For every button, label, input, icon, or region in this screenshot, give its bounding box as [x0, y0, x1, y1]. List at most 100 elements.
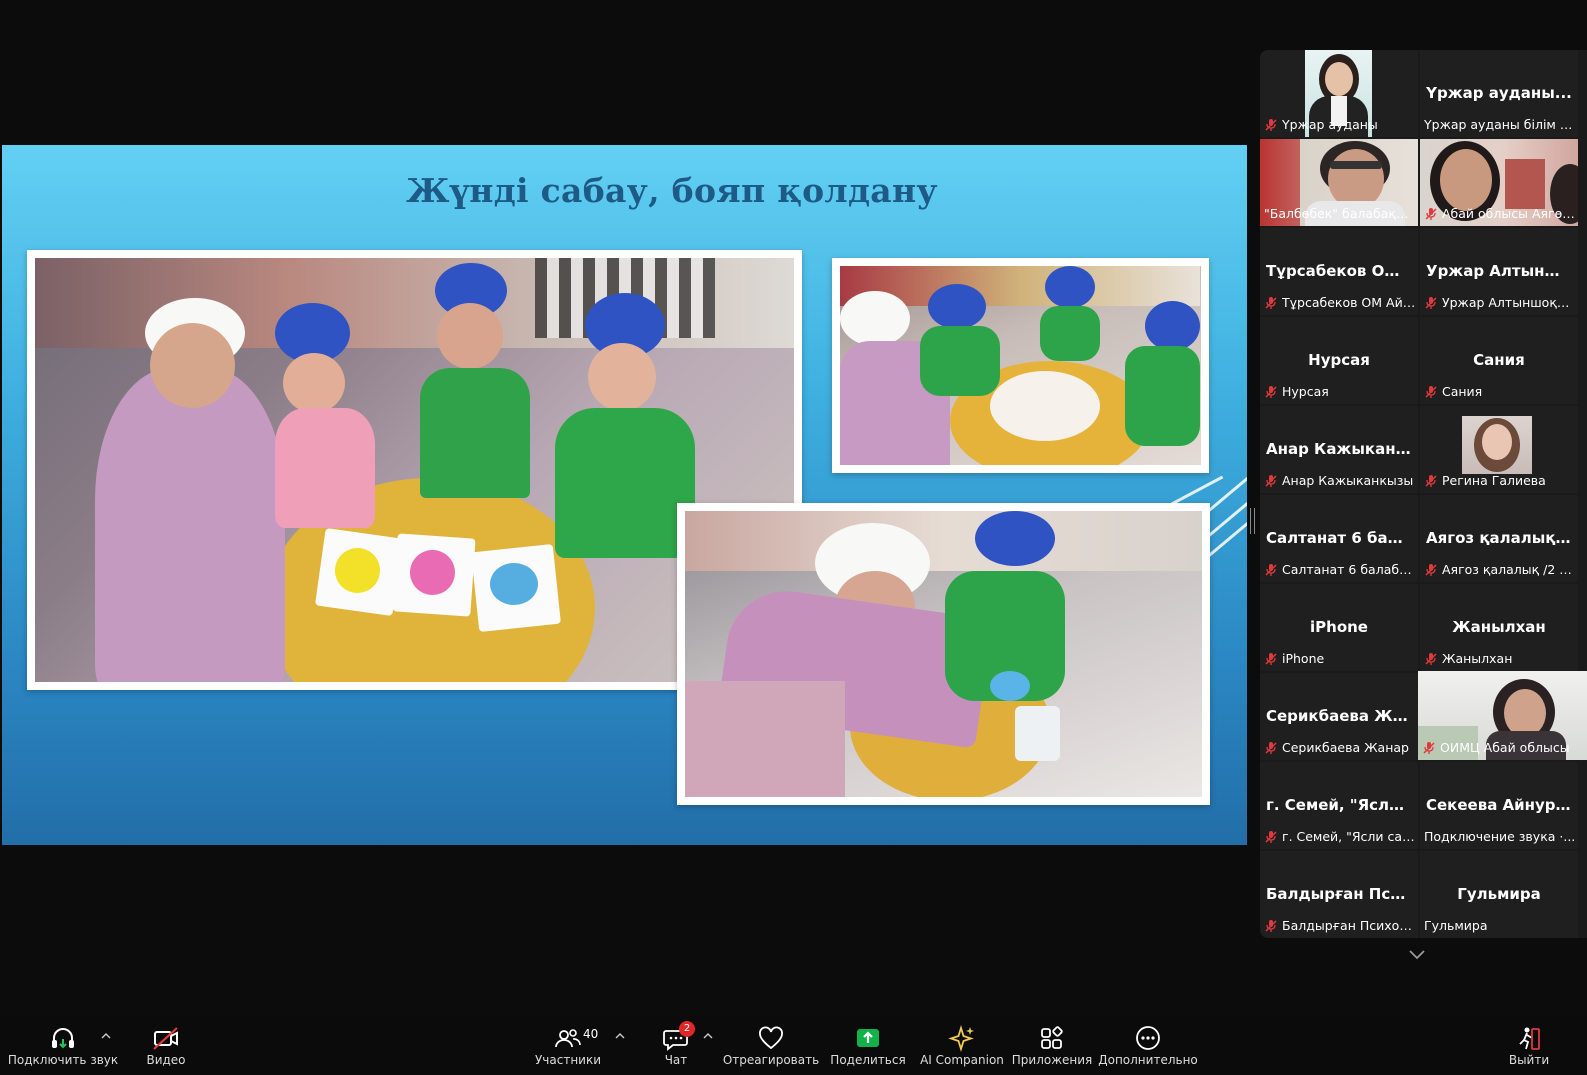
mic-muted-icon: [1265, 830, 1277, 843]
chat-options-caret-icon[interactable]: [702, 1030, 714, 1042]
participant-tile-active-speaker[interactable]: "Балбөбек" балабақша...: [1260, 139, 1418, 226]
join-audio-button[interactable]: Подключить звук: [8, 1016, 118, 1075]
zoom-meeting-window: Жүнді сабау, бояп қолдану Үржар ауданы Ү…: [0, 0, 1587, 1075]
participant-display-name: Үржар ауданы...: [1426, 84, 1572, 102]
mic-muted-icon: [1265, 474, 1277, 487]
mic-muted-icon: [1425, 296, 1437, 309]
participant-display-name: Серикбаева Жа...: [1266, 707, 1412, 725]
leave-icon: [1519, 1027, 1540, 1050]
mic-muted-icon: [1425, 652, 1437, 665]
participant-video: [1462, 416, 1532, 474]
chat-icon-wrapper: 2: [661, 1021, 695, 1052]
sparkle-icon: [948, 1024, 974, 1052]
mic-muted-icon: [1265, 296, 1277, 309]
participant-tile[interactable]: г. Семей, "Ясли... г. Семей, "Ясли сад".…: [1260, 762, 1418, 849]
participant-display-name: Секеева Айнур...: [1426, 796, 1572, 814]
mic-muted-icon: [1425, 207, 1437, 220]
participant-label: "Балбөбек" балабақша...: [1264, 206, 1416, 221]
mic-muted-icon: [1425, 474, 1437, 487]
apps-icon: [1041, 1026, 1063, 1049]
participant-display-name: Салтанат 6 бал...: [1266, 529, 1412, 547]
more-button[interactable]: Дополнительно: [1098, 1016, 1198, 1075]
mic-muted-icon: [1265, 118, 1277, 131]
participant-tile[interactable]: Абай облысы Аягөз ...: [1420, 139, 1578, 226]
participants-button[interactable]: Участники: [535, 1016, 601, 1075]
shared-slide: Жүнді сабау, бояп қолдану: [2, 145, 1247, 845]
participant-label: Регина Галиева: [1424, 472, 1576, 489]
mic-muted-icon: [1265, 385, 1277, 398]
apps-button[interactable]: Приложения: [1012, 1016, 1092, 1075]
mic-muted-icon: [1425, 385, 1437, 398]
participant-label: iPhone: [1264, 650, 1416, 667]
participant-display-name: Уржар Алтынш...: [1426, 262, 1572, 280]
participant-tile[interactable]: Тұрсабеков ОМ... Тұрсабеков ОМ Айт...: [1260, 228, 1418, 315]
participant-label: Сания: [1424, 383, 1576, 400]
headphones-icon: [52, 1028, 74, 1049]
participant-label: Салтанат 6 балабак...: [1264, 561, 1416, 578]
slide-title: Жүнді сабау, бояп қолдану: [406, 171, 938, 210]
participant-tile[interactable]: ОИМЦ Абай облысы: [1418, 671, 1587, 760]
participant-display-name: Балдырған Пси...: [1266, 885, 1412, 903]
more-dots-icon: [1136, 1026, 1160, 1050]
participant-label: Серикбаева Жанар: [1264, 739, 1416, 756]
chat-unread-badge: 2: [679, 1021, 695, 1037]
ai-companion-button[interactable]: AI Companion: [916, 1016, 1008, 1075]
participant-label: Аягоз қалалық /2 ба...: [1424, 561, 1576, 578]
mic-muted-icon: [1265, 563, 1277, 576]
participant-label: г. Семей, "Ясли сад"...: [1264, 828, 1416, 845]
participant-display-name: Гульмира: [1457, 885, 1541, 903]
participant-tile[interactable]: Үржар ауданы: [1260, 50, 1418, 137]
participant-tile[interactable]: iPhone iPhone: [1260, 584, 1418, 671]
meeting-toolbar: Подключить звук Видео Участники 40 2 Чат…: [0, 1016, 1587, 1075]
mic-muted-icon: [1265, 919, 1277, 932]
slide-photo-top-right: [832, 258, 1209, 473]
mic-muted-icon: [1423, 741, 1435, 754]
participant-label: Анар Кажыканкызы: [1264, 472, 1416, 489]
share-screen-icon: [857, 1029, 879, 1047]
participant-label: Подключение звука ·...: [1424, 829, 1576, 844]
participant-label: Абай облысы Аягөз ...: [1424, 205, 1576, 222]
chevron-down-icon[interactable]: [1405, 945, 1429, 965]
participant-display-name: Тұрсабеков ОМ...: [1266, 262, 1412, 280]
participant-tile[interactable]: Салтанат 6 бал... Салтанат 6 балабак...: [1260, 495, 1418, 582]
participant-tile[interactable]: Анар Кажыкан... Анар Кажыканкызы: [1260, 406, 1418, 493]
mic-muted-icon: [1265, 741, 1277, 754]
participant-tile[interactable]: Нурсая Нурсая: [1260, 317, 1418, 404]
participant-display-name: Нурсая: [1308, 351, 1370, 369]
participant-tile[interactable]: Серикбаева Жа... Серикбаева Жанар: [1260, 673, 1418, 760]
panel-resize-handle[interactable]: [1250, 508, 1255, 534]
slide-photo-bottom-right: [677, 503, 1210, 805]
participants-count: 40: [583, 1027, 599, 1041]
start-video-button[interactable]: Видео: [138, 1016, 194, 1075]
heart-icon: [759, 1026, 783, 1050]
audio-options-caret-icon[interactable]: [100, 1030, 112, 1042]
participant-label: Нурсая: [1264, 383, 1416, 400]
participant-label: Гульмира: [1424, 918, 1488, 933]
chat-button[interactable]: 2 Чат: [656, 1016, 696, 1075]
participants-options-caret-icon[interactable]: [614, 1030, 626, 1042]
mic-muted-icon: [1425, 563, 1437, 576]
react-button[interactable]: Отреагировать: [723, 1016, 819, 1075]
participant-tile[interactable]: Балдырған Пси... Балдырған Психолог...: [1260, 851, 1418, 938]
leave-meeting-button[interactable]: Выйти: [1504, 1016, 1554, 1075]
participant-tile[interactable]: Аягоз қалалық... Аягоз қалалық /2 ба...: [1420, 495, 1578, 582]
participant-tile[interactable]: Сания Сания: [1420, 317, 1578, 404]
participant-tile[interactable]: Жанылхан Жанылхан: [1420, 584, 1578, 671]
participant-tile[interactable]: Регина Галиева: [1420, 406, 1578, 493]
participant-label: Балдырған Психолог...: [1264, 917, 1416, 934]
participant-label: Үржар ауданы білім бе...: [1424, 117, 1576, 132]
participant-label: Тұрсабеков ОМ Айт...: [1264, 294, 1416, 311]
mic-muted-icon: [1265, 652, 1277, 665]
participant-display-name: Жанылхан: [1452, 618, 1546, 636]
participant-display-name: Сания: [1473, 351, 1525, 369]
participants-gallery: Үржар ауданы Үржар ауданы... Үржар аудан…: [1260, 50, 1587, 938]
participant-tile[interactable]: Уржар Алтынш... Уржар Алтыншоқы ...: [1420, 228, 1578, 315]
participants-icon: [555, 1029, 581, 1048]
participant-tile[interactable]: Секеева Айнур... Подключение звука ·...: [1420, 762, 1578, 849]
participant-tile[interactable]: Гульмира Гульмира: [1420, 851, 1578, 938]
participant-display-name: г. Семей, "Ясли...: [1266, 796, 1412, 814]
participant-label: ОИМЦ Абай облысы: [1422, 739, 1585, 756]
share-screen-button[interactable]: Поделиться: [828, 1016, 908, 1075]
participant-display-name: iPhone: [1310, 618, 1368, 636]
participant-tile[interactable]: Үржар ауданы... Үржар ауданы білім бе...: [1420, 50, 1578, 137]
